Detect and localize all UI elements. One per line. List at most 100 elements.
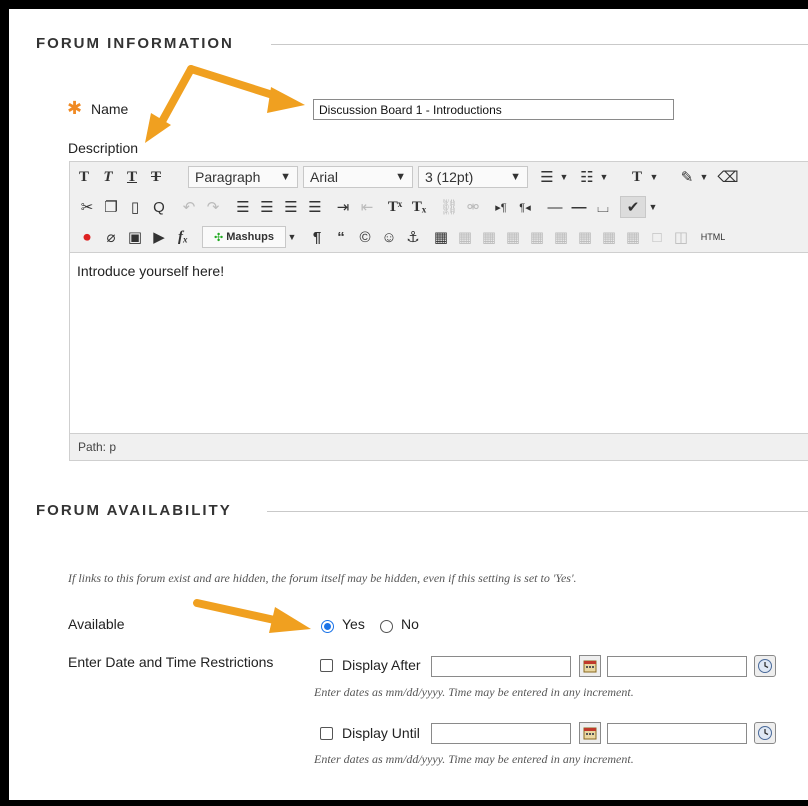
- display-after-time-input[interactable]: [607, 656, 747, 677]
- table-split-icon[interactable]: ▦: [598, 226, 620, 248]
- display-until-checkbox[interactable]: [320, 727, 333, 740]
- copy-icon[interactable]: ❐: [100, 196, 122, 218]
- font-select[interactable]: Arial ▼: [303, 166, 413, 188]
- table-column-icon[interactable]: ▦: [478, 226, 500, 248]
- section-divider: [267, 511, 808, 512]
- display-until-hint: Enter dates as mm/dd/yyyy. Time may be e…: [314, 752, 634, 766]
- paragraph-mark-icon[interactable]: ¶: [306, 226, 328, 248]
- chevron-down-icon[interactable]: ▼: [648, 196, 658, 218]
- display-until-time-input[interactable]: [607, 723, 747, 744]
- display-after-label[interactable]: Display After: [342, 657, 421, 673]
- toolbar-row-1: T T T T Paragraph ▼ Arial ▼ 3 (12pt) ▼ ☰ ▼ …: [70, 162, 808, 192]
- mashups-icon: ✣: [214, 231, 224, 244]
- availability-note: If links to this forum exist and are hid…: [68, 571, 577, 585]
- media-icon[interactable]: ▶: [148, 226, 170, 248]
- record-icon[interactable]: ⏺: [76, 226, 98, 248]
- chevron-down-icon[interactable]: ▼: [599, 166, 609, 188]
- display-after-checkbox[interactable]: [320, 659, 333, 672]
- name-label: Name: [91, 101, 129, 117]
- available-yes-radio[interactable]: [321, 620, 334, 633]
- align-center-icon[interactable]: ☰: [256, 196, 278, 218]
- table-cell-props-icon[interactable]: □: [646, 226, 668, 248]
- indent-icon[interactable]: ⇥: [332, 196, 354, 218]
- clock-icon[interactable]: [754, 655, 776, 677]
- attach-icon[interactable]: ⌀: [100, 226, 122, 248]
- format-select[interactable]: Paragraph ▼: [188, 166, 298, 188]
- unlink-icon[interactable]: ⚮: [462, 196, 484, 218]
- toolbar-row-2: ✂ ❐ ▯ Q ↶ ↷ ☰ ☰ ☰ ☰ ⇥ ⇤ Tˣ Tₓ ⛓ ⚮ ▸¶ ¶◂ …: [70, 192, 808, 222]
- italic-icon[interactable]: T: [98, 166, 118, 188]
- calendar-icon[interactable]: [579, 655, 601, 677]
- subscript-icon[interactable]: Tₓ: [408, 196, 430, 218]
- align-left-icon[interactable]: ☰: [232, 196, 254, 218]
- display-after-date-input[interactable]: [431, 656, 571, 677]
- rich-text-editor: T T T T Paragraph ▼ Arial ▼ 3 (12pt) ▼ ☰ ▼ …: [69, 161, 808, 461]
- quote-icon[interactable]: “: [330, 226, 352, 248]
- table-props-icon[interactable]: ▦: [622, 226, 644, 248]
- outdent-icon[interactable]: ⇤: [356, 196, 378, 218]
- spellcheck-icon[interactable]: ✔: [620, 196, 646, 218]
- image-icon[interactable]: ▣: [124, 226, 146, 248]
- available-no-label[interactable]: No: [401, 616, 419, 632]
- bullet-list-icon[interactable]: ☰: [536, 166, 558, 188]
- horizontal-rule-icon[interactable]: —: [568, 196, 590, 218]
- emoticon-icon[interactable]: ☺: [378, 226, 400, 248]
- table-icon[interactable]: ▦: [430, 226, 452, 248]
- table-cell-icon[interactable]: ▦: [502, 226, 524, 248]
- editor-content[interactable]: Introduce yourself here!: [70, 252, 808, 434]
- bold-icon[interactable]: T: [74, 166, 94, 188]
- nonbreaking-space-icon[interactable]: ⌴: [592, 196, 614, 218]
- redo-icon[interactable]: ↷: [202, 196, 224, 218]
- eraser-icon[interactable]: ⌫: [716, 166, 740, 188]
- table-delete-icon[interactable]: ▦: [550, 226, 572, 248]
- mashups-button[interactable]: ✣ Mashups: [202, 226, 286, 248]
- undo-icon[interactable]: ↶: [178, 196, 200, 218]
- strikethrough-icon[interactable]: T: [146, 166, 166, 188]
- anchor-icon[interactable]: ⚓: [402, 226, 424, 248]
- ltr-icon[interactable]: ▸¶: [490, 196, 512, 218]
- table-insert-icon[interactable]: ▦: [526, 226, 548, 248]
- chevron-down-icon[interactable]: ▼: [559, 166, 569, 188]
- math-icon[interactable]: fₓ: [172, 226, 194, 248]
- name-input[interactable]: [313, 99, 674, 120]
- table-row-icon[interactable]: ▦: [454, 226, 476, 248]
- link-icon[interactable]: ⛓: [438, 196, 460, 218]
- annotation-arrow-available: [193, 599, 311, 633]
- format-select-value: Paragraph: [195, 169, 261, 185]
- rtl-icon[interactable]: ¶◂: [514, 196, 536, 218]
- underline-icon[interactable]: T: [122, 166, 142, 188]
- justify-icon[interactable]: ☰: [304, 196, 326, 218]
- chevron-down-icon[interactable]: ▼: [649, 166, 659, 188]
- chevron-down-icon: ▼: [280, 171, 291, 183]
- chevron-down-icon[interactable]: ▼: [699, 166, 709, 188]
- chevron-down-icon: ▼: [510, 171, 521, 183]
- cut-icon[interactable]: ✂: [76, 196, 98, 218]
- align-right-icon[interactable]: ☰: [280, 196, 302, 218]
- page-frame: FORUM INFORMATION ✱ Name Description T T…: [0, 0, 808, 806]
- horizontal-rule-icon[interactable]: —: [544, 196, 566, 218]
- display-until-date-input[interactable]: [431, 723, 571, 744]
- available-yes-label[interactable]: Yes: [342, 616, 365, 632]
- available-no-radio[interactable]: [380, 620, 393, 633]
- copyright-icon[interactable]: ©: [354, 226, 376, 248]
- table-merge-icon[interactable]: ▦: [574, 226, 596, 248]
- html-button[interactable]: HTML: [698, 226, 728, 248]
- size-select[interactable]: 3 (12pt) ▼: [418, 166, 528, 188]
- display-until-label[interactable]: Display Until: [342, 725, 420, 741]
- table-split-cells-icon[interactable]: ◫: [670, 226, 692, 248]
- annotation-arrows: [145, 65, 305, 143]
- find-icon[interactable]: Q: [148, 196, 170, 218]
- size-select-value: 3 (12pt): [425, 169, 474, 185]
- editor-path: Path: p: [78, 440, 117, 454]
- calendar-icon[interactable]: [579, 722, 601, 744]
- highlight-icon[interactable]: ✎: [676, 166, 698, 188]
- text-color-icon[interactable]: T: [626, 166, 648, 188]
- superscript-icon[interactable]: Tˣ: [384, 196, 406, 218]
- toolbar-row-3: ⏺ ⌀ ▣ ▶ fₓ ✣ Mashups ▼ ¶ “ © ☺ ⚓ ▦ ▦ ▦ ▦ …: [70, 222, 808, 252]
- chevron-down-icon: ▼: [395, 171, 406, 183]
- numbered-list-icon[interactable]: ☷: [576, 166, 598, 188]
- required-icon: ✱: [67, 98, 83, 118]
- clock-icon[interactable]: [754, 722, 776, 744]
- paste-icon[interactable]: ▯: [124, 196, 146, 218]
- chevron-down-icon[interactable]: ▼: [287, 226, 297, 248]
